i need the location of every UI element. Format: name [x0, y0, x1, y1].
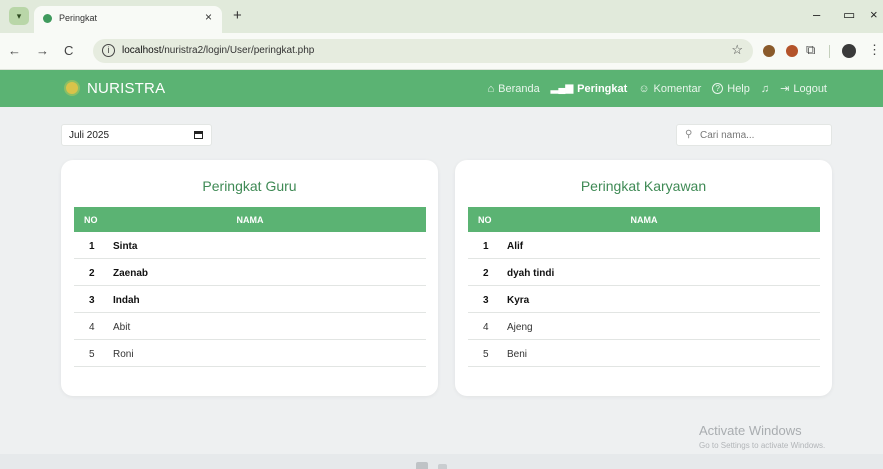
home-icon: ⌂ — [487, 82, 495, 95]
nav-komentar[interactable]: ☺ Komentar — [638, 82, 701, 95]
address-bar[interactable]: i localhost/nuristra2/login/User/peringk… — [93, 39, 753, 63]
row-name: Kyra — [507, 295, 530, 306]
back-button[interactable]: ← — [8, 43, 21, 58]
footer-decoration — [416, 462, 428, 469]
brand-name[interactable]: NURISTRA — [87, 80, 165, 97]
nav-label: Help — [727, 82, 750, 95]
search-placeholder: Cari nama... — [700, 130, 755, 141]
reload-button[interactable]: C — [64, 43, 73, 58]
row-number: 3 — [483, 295, 489, 306]
row-name: Alif — [507, 241, 524, 252]
card-title: Peringkat Guru — [202, 178, 297, 194]
row-number: 2 — [483, 268, 489, 279]
logo-icon — [64, 80, 80, 96]
nav-logout[interactable]: ⇥ Logout — [780, 82, 827, 96]
table-row: 2 Zaenab — [74, 259, 426, 286]
table-row: 5 Beni — [468, 340, 820, 367]
month-picker[interactable]: Juli 2025 — [61, 124, 212, 146]
column-header-nama: NAMA — [236, 215, 264, 225]
main-nav: ⌂ Beranda ▂▄▆ Peringkat ☺ Komentar ? Hel… — [487, 82, 827, 96]
url-text: localhost/nuristra2/login/User/peringkat… — [122, 45, 315, 56]
table-row: 1 Alif — [468, 232, 820, 259]
tab-search-button[interactable]: ▾ — [9, 7, 29, 25]
activate-windows-subtitle: Go to Settings to activate Windows. — [699, 441, 826, 450]
activate-windows-title: Activate Windows — [699, 423, 802, 438]
close-window-button[interactable]: × — [870, 7, 878, 22]
search-input[interactable]: ⚲ Cari nama... — [676, 124, 832, 146]
comment-icon: ☺ — [638, 82, 650, 95]
browser-menu-icon[interactable]: ⋮ — [868, 42, 881, 58]
nav-notifications[interactable]: ♫ — [761, 82, 769, 95]
row-name: Indah — [113, 295, 140, 306]
row-name: Zaenab — [113, 268, 149, 279]
browser-tab-bar: ▾ Peringkat × + – ▭ × — [0, 0, 883, 33]
nav-label: Komentar — [653, 82, 702, 95]
nav-beranda[interactable]: ⌂ Beranda — [487, 82, 539, 95]
extension-cookie-icon[interactable] — [763, 45, 775, 57]
nav-label: Logout — [793, 82, 827, 95]
extension-cookie2-icon[interactable] — [786, 45, 798, 57]
column-header-nama: NAMA — [630, 215, 658, 225]
row-name: dyah tindi — [507, 268, 555, 279]
tab-title: Peringkat — [59, 13, 98, 23]
table-row: 4 Abit — [74, 313, 426, 340]
search-icon: ⚲ — [685, 129, 693, 140]
tab-favicon-icon — [43, 14, 52, 23]
row-number: 5 — [483, 349, 489, 360]
row-number: 3 — [89, 295, 95, 306]
minimize-button[interactable]: – — [813, 7, 820, 22]
row-name: Roni — [113, 349, 134, 360]
profile-avatar[interactable] — [842, 44, 856, 58]
signal-bars-icon: ▂▄▆ — [550, 83, 574, 94]
table-body: 1 Alif 2 dyah tindi 3 Kyra 4 Ajeng 5 Beni — [468, 232, 820, 367]
card-title: Peringkat Karyawan — [580, 178, 707, 194]
table-row: 5 Roni — [74, 340, 426, 367]
table-row: 3 Kyra — [468, 286, 820, 313]
new-tab-button[interactable]: + — [233, 7, 242, 24]
table-body: 1 Sinta 2 Zaenab 3 Indah 4 Abit 5 Roni — [74, 232, 426, 367]
help-icon: ? — [712, 83, 724, 94]
page-footer-strip — [0, 454, 883, 469]
tab-close-icon[interactable]: × — [205, 10, 212, 24]
row-name: Ajeng — [507, 322, 533, 333]
guru-ranking-card: Peringkat Guru NO NAMA 1 Sinta 2 Zaenab 3 I… — [61, 160, 438, 396]
bell-icon: ♫ — [760, 82, 770, 95]
app-header: NURISTRA ⌂ Beranda ▂▄▆ Peringkat ☺ Komen… — [0, 70, 883, 107]
table-row: 1 Sinta — [74, 232, 426, 259]
nav-label: Beranda — [498, 82, 540, 95]
table-header: NO NAMA — [468, 207, 820, 232]
row-number: 2 — [89, 268, 95, 279]
browser-tab[interactable]: Peringkat × — [34, 6, 222, 33]
table-row: 2 dyah tindi — [468, 259, 820, 286]
row-name: Sinta — [113, 241, 138, 252]
table-row: 3 Indah — [74, 286, 426, 313]
row-number: 5 — [89, 349, 95, 360]
extensions-icon[interactable]: ⧉ — [806, 42, 815, 58]
table-row: 4 Ajeng — [468, 313, 820, 340]
month-value: Juli 2025 — [69, 130, 110, 141]
row-name: Beni — [507, 349, 528, 360]
toolbar-divider — [829, 45, 830, 58]
calendar-icon[interactable] — [194, 131, 203, 139]
row-number: 1 — [483, 241, 489, 252]
logout-icon: ⇥ — [780, 83, 790, 95]
nav-peringkat[interactable]: ▂▄▆ Peringkat — [551, 82, 628, 95]
nav-help[interactable]: ? Help — [712, 82, 750, 95]
forward-button[interactable]: → — [36, 43, 49, 58]
bookmark-star-icon[interactable]: ☆ — [731, 42, 743, 58]
maximize-button[interactable]: ▭ — [843, 7, 855, 23]
row-number: 4 — [89, 322, 95, 333]
karyawan-ranking-card: Peringkat Karyawan NO NAMA 1 Alif 2 dyah t… — [455, 160, 832, 396]
row-number: 1 — [89, 241, 95, 252]
browser-toolbar: ← → C i localhost/nuristra2/login/User/p… — [0, 33, 883, 70]
footer-decoration — [438, 464, 447, 469]
nav-label: Peringkat — [577, 82, 628, 95]
table-header: NO NAMA — [74, 207, 426, 232]
row-name: Abit — [113, 322, 131, 333]
row-number: 4 — [483, 322, 489, 333]
site-info-icon[interactable]: i — [102, 44, 115, 57]
